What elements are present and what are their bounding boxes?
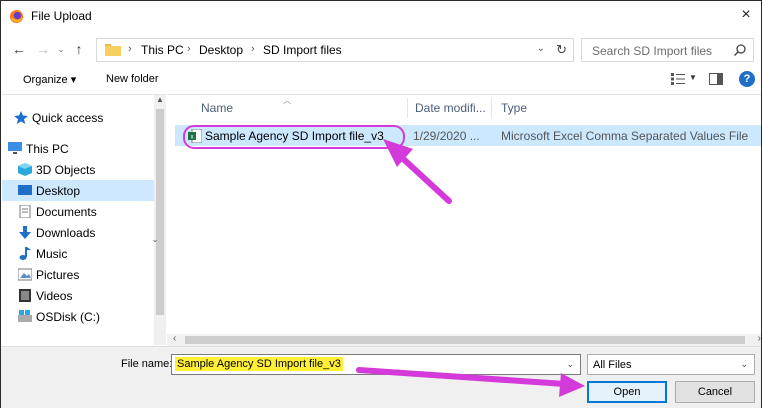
horizontal-scrollbar[interactable]: ‹ ›: [167, 333, 761, 346]
search-icon: [734, 44, 746, 56]
sidebar-item-osdisk[interactable]: OSDisk (C:): [2, 306, 154, 327]
sidebar-item-3d-objects[interactable]: 3D Objects: [2, 159, 154, 180]
column-header-type[interactable]: Type: [501, 101, 527, 115]
sidebar-item-this-pc[interactable]: This PC: [2, 138, 154, 159]
chevron-down-icon: ⌄: [740, 359, 748, 369]
column-divider[interactable]: [491, 98, 492, 118]
file-name-value: Sample Agency SD Import file_v3: [175, 357, 343, 371]
scrollbar-thumb[interactable]: [156, 109, 164, 315]
sidebar-item-label: This PC: [26, 142, 69, 156]
chevron-right-icon[interactable]: ›: [758, 333, 761, 344]
chevron-down-icon[interactable]: ⌄: [566, 359, 574, 370]
navigation-pane: Quick access This PC 3D Objects Desktop …: [2, 94, 166, 345]
disk-icon: [18, 310, 32, 322]
address-row: ← → ⌄ ↑ › This PC › Desktop › SD Import …: [1, 35, 761, 65]
sidebar-item-label: Videos: [36, 289, 73, 303]
open-button[interactable]: Open: [587, 381, 667, 403]
sidebar-item-music[interactable]: Music: [2, 243, 154, 264]
sort-arrow-icon: ︿: [283, 96, 291, 105]
organize-button[interactable]: Organize ▾: [23, 73, 76, 86]
cube-icon: [18, 163, 32, 176]
recent-locations-button[interactable]: ⌄: [53, 41, 69, 57]
file-type: Microsoft Excel Comma Separated Values F…: [501, 129, 749, 143]
sidebar-item-label: Documents: [36, 205, 97, 219]
search-placeholder: Search SD Import files: [592, 44, 713, 58]
sidebar-item-label: Desktop: [36, 184, 81, 198]
forward-button[interactable]: →: [35, 41, 51, 57]
sidebar-item-documents[interactable]: Documents: [2, 201, 154, 222]
window-title: File Upload: [31, 9, 92, 23]
back-button[interactable]: ←: [11, 41, 27, 57]
download-icon: [19, 226, 31, 239]
file-upload-dialog: File Upload × ← → ⌄ ↑ › This PC › Deskto…: [0, 0, 762, 408]
sidebar-item-label: Music: [36, 247, 68, 261]
navigation-scrollbar[interactable]: ▲: [154, 95, 166, 345]
dialog-footer: File name: Sample Agency SD Import file_…: [1, 346, 761, 408]
refresh-icon[interactable]: ↻: [556, 42, 567, 58]
chevron-down-icon[interactable]: ⌄: [149, 235, 161, 247]
sidebar-item-desktop[interactable]: Desktop: [2, 180, 154, 201]
address-dropdown-icon[interactable]: ⌄: [537, 43, 545, 54]
sidebar-item-label: 3D Objects: [36, 163, 96, 177]
search-input[interactable]: Search SD Import files: [581, 38, 754, 62]
chevron-left-icon[interactable]: ‹: [173, 333, 176, 344]
file-list: Name ︿ Date modifi... Type x Sample Agen…: [167, 94, 761, 334]
document-icon: [19, 205, 31, 218]
file-name: Sample Agency SD Import file_v3: [205, 129, 384, 143]
file-name-label: File name:: [121, 358, 173, 370]
breadcrumb-sd-import-files[interactable]: SD Import files: [263, 43, 342, 57]
column-divider[interactable]: [407, 98, 408, 118]
file-row[interactable]: x Sample Agency SD Import file_v3 1/29/2…: [175, 125, 761, 149]
sidebar-item-label: OSDisk (C:): [36, 310, 100, 324]
new-folder-button[interactable]: New folder: [106, 73, 159, 85]
svg-text:x: x: [191, 135, 194, 141]
chevron-up-icon[interactable]: ▲: [154, 95, 166, 107]
close-button[interactable]: ×: [737, 5, 755, 25]
sidebar-item-pictures[interactable]: Pictures: [2, 264, 154, 285]
cancel-button[interactable]: Cancel: [675, 381, 755, 403]
file-type-select[interactable]: All Files ⌄: [587, 354, 755, 375]
sidebar-item-label: Quick access: [32, 111, 104, 125]
title-bar: File Upload ×: [1, 1, 761, 31]
sidebar-item-downloads[interactable]: Downloads: [2, 222, 154, 243]
desktop-icon: [18, 185, 32, 195]
file-date: 1/29/2020 ...: [413, 129, 480, 143]
sidebar-item-label: Downloads: [36, 226, 96, 240]
firefox-icon: [9, 9, 24, 24]
folder-icon: [105, 44, 121, 56]
breadcrumb-separator: ›: [251, 43, 255, 55]
star-icon: [14, 111, 28, 124]
chevron-down-icon[interactable]: ▼: [689, 73, 697, 82]
breadcrumb-this-pc[interactable]: This PC: [141, 43, 184, 57]
preview-pane-icon[interactable]: [709, 73, 723, 85]
breadcrumb-separator: ›: [128, 43, 132, 55]
sidebar-item-label: Pictures: [36, 268, 80, 282]
column-header-name[interactable]: Name: [201, 101, 233, 115]
sidebar-item-videos[interactable]: Videos: [2, 285, 154, 306]
address-bar[interactable]: › This PC › Desktop › SD Import files ⌄ …: [96, 38, 574, 62]
breadcrumb-desktop[interactable]: Desktop: [199, 43, 243, 57]
music-icon: [19, 247, 31, 260]
file-type-value: All Files: [593, 359, 632, 371]
pc-icon: [8, 142, 22, 154]
file-name-input[interactable]: Sample Agency SD Import file_v3 ⌄: [171, 354, 581, 375]
column-header-date[interactable]: Date modifi...: [415, 101, 486, 115]
breadcrumb-separator: ›: [187, 43, 191, 55]
up-button[interactable]: ↑: [71, 41, 87, 57]
pictures-icon: [18, 268, 32, 281]
view-options-icon[interactable]: [671, 73, 685, 85]
scrollbar-thumb[interactable]: [185, 336, 745, 344]
video-icon: [19, 289, 31, 302]
toolbar: Organize ▾ New folder ▼ ?: [1, 67, 761, 93]
excel-csv-icon: x: [188, 129, 202, 143]
sidebar-item-quick-access[interactable]: Quick access: [2, 107, 154, 128]
help-icon[interactable]: ?: [739, 71, 755, 87]
